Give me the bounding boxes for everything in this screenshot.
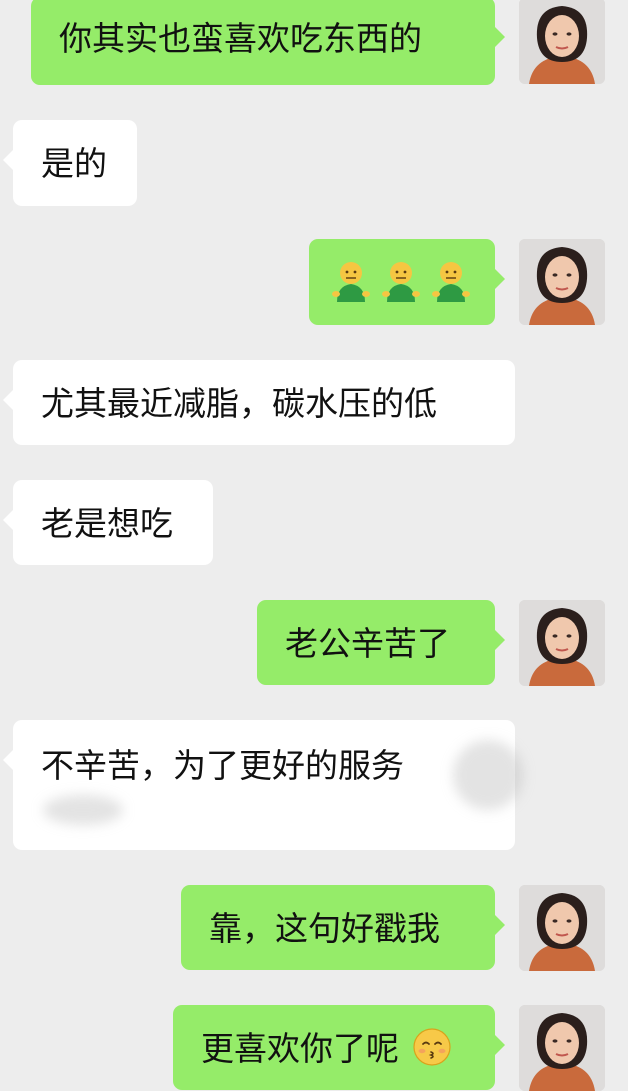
incoming-message-bubble[interactable]: 是的 (3, 120, 137, 206)
outgoing-emoji-bubble[interactable] (309, 239, 505, 325)
avatar[interactable] (519, 600, 605, 686)
green-figure-emoji-icon (332, 262, 370, 302)
message-text: 不辛苦，为了更好的服务 (41, 746, 404, 785)
profile-photo-icon (519, 600, 605, 686)
profile-photo-icon (519, 0, 605, 84)
kissing-face-emoji-icon (412, 1028, 451, 1066)
outgoing-message-bubble[interactable]: 更喜欢你了呢 (173, 1005, 505, 1090)
profile-photo-icon (519, 239, 605, 325)
emoji-row (331, 260, 473, 304)
message-text: 老是想吃 (41, 504, 173, 543)
profile-photo-icon (519, 1005, 605, 1091)
chat-conversation: 你其实也蛮喜欢吃东西的 是的 尤其最近减脂，碳水压的低 老是想吃 老公辛苦了 不… (0, 0, 628, 1091)
message-text: 是的 (41, 144, 107, 183)
avatar[interactable] (519, 885, 605, 971)
outgoing-message-bubble[interactable]: 你其实也蛮喜欢吃东西的 (31, 0, 505, 85)
incoming-message-bubble[interactable]: 尤其最近减脂，碳水压的低 (3, 360, 515, 445)
profile-photo-icon (519, 885, 605, 971)
outgoing-message-bubble[interactable]: 老公辛苦了 (257, 600, 505, 685)
green-figure-emoji-icon (432, 262, 470, 302)
avatar[interactable] (519, 239, 605, 325)
green-figure-emoji-icon (382, 262, 420, 302)
avatar[interactable] (519, 0, 605, 84)
incoming-message-bubble[interactable]: 不辛苦，为了更好的服务 (3, 720, 523, 850)
message-text: 尤其最近减脂，碳水压的低 (41, 384, 437, 423)
avatar[interactable] (519, 1005, 605, 1091)
message-text: 老公辛苦了 (285, 624, 450, 663)
message-text: 更喜欢你了呢 (201, 1029, 399, 1068)
incoming-message-bubble[interactable]: 老是想吃 (3, 480, 213, 565)
outgoing-message-bubble[interactable]: 靠，这句好戳我 (181, 885, 505, 970)
message-text: 你其实也蛮喜欢吃东西的 (59, 19, 422, 58)
blurred-text-area (453, 740, 523, 810)
blurred-text-area (43, 795, 123, 825)
message-text: 靠，这句好戳我 (209, 909, 440, 948)
